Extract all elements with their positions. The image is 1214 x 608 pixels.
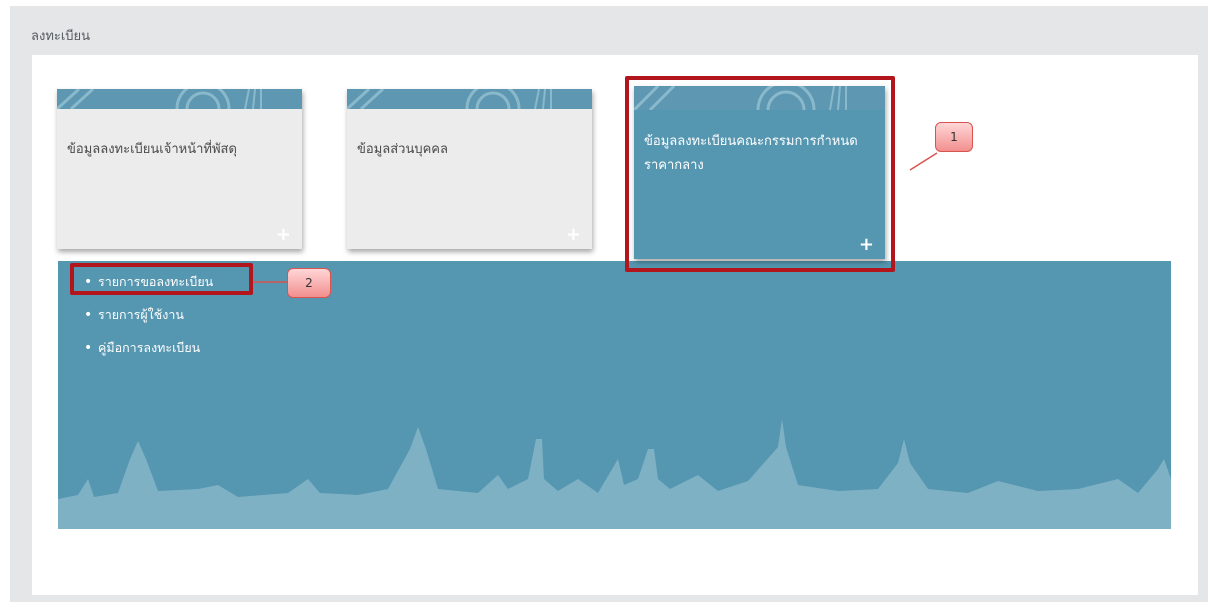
annotation-badge-2: 2: [287, 268, 331, 298]
callout-connectors: [253, 152, 938, 283]
annotation-badge-1: 1: [935, 122, 973, 152]
